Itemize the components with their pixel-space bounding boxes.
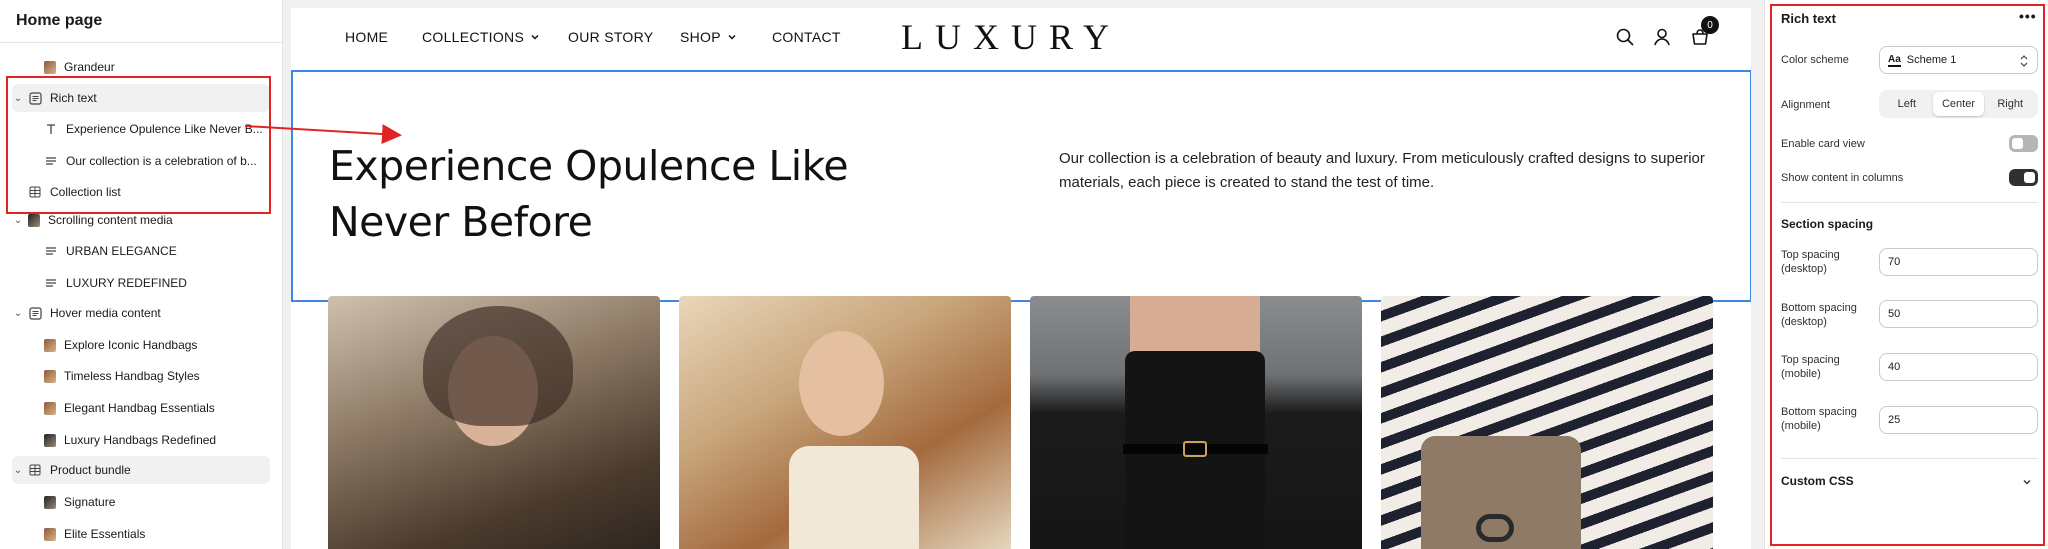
theme-editor: Home page Grandeur ⌄ Rich text Experienc…: [0, 0, 2048, 549]
annotation-arrow: [244, 124, 402, 145]
